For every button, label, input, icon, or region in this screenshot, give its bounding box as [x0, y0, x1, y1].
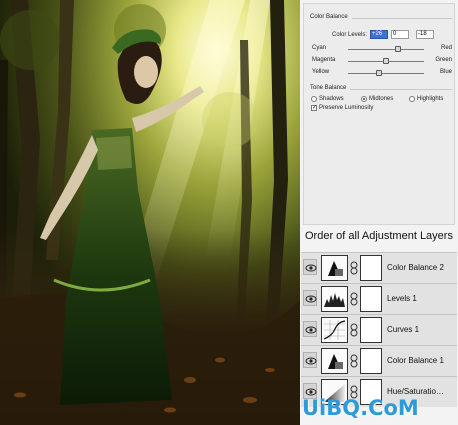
link-chain-icon[interactable]: [350, 323, 358, 337]
radio-label: Shadows: [319, 96, 344, 102]
radio-label: Highlights: [417, 96, 444, 102]
site-watermark: UiBQ.CoM: [302, 396, 419, 420]
radio-label: Midtones: [369, 96, 394, 102]
level-input-yellow-blue[interactable]: -18: [416, 30, 434, 39]
color-balance-dialog: Color Balance Color Levels: +26 0 -18 Cy…: [303, 3, 455, 225]
link-chain-icon[interactable]: [350, 261, 358, 275]
slider-left-label: Yellow: [312, 69, 330, 75]
slider-left-label: Cyan: [312, 45, 327, 51]
slider-knob[interactable]: [383, 58, 389, 64]
slider-track[interactable]: [348, 70, 424, 76]
radio-dot-selected[interactable]: [361, 96, 367, 102]
layer-name: Curves 1: [387, 325, 420, 334]
layer-mask-thumbnail[interactable]: [360, 317, 382, 343]
level-input-magenta-green[interactable]: 0: [391, 30, 409, 39]
tone-radio-group: Shadows Midtones Highlights: [311, 96, 455, 104]
slider-track[interactable]: [348, 46, 424, 52]
slider-right-label: Green: [435, 57, 452, 63]
tone-balance-group-title: Tone Balance: [310, 85, 347, 91]
layer-name: Levels 1: [387, 294, 417, 303]
slider-right-label: Red: [440, 45, 452, 51]
preserve-luminosity-label: Preserve Luminosity: [319, 105, 374, 111]
preserve-luminosity-row[interactable]: ✓ Preserve Luminosity: [311, 105, 373, 111]
eye-icon[interactable]: [303, 259, 317, 275]
layer-name: Color Balance 2: [387, 263, 444, 272]
slider-track[interactable]: [348, 58, 424, 64]
curves-icon: [321, 317, 348, 343]
layer-mask-thumbnail[interactable]: [360, 348, 382, 374]
layer-row-color-balance-1[interactable]: Color Balance 1: [301, 345, 457, 376]
radio-dot[interactable]: [311, 96, 317, 102]
slider-left-label: Magenta: [312, 57, 336, 63]
radio-dot[interactable]: [409, 96, 415, 102]
group-divider: [352, 18, 452, 19]
color-balance-group-title: Color Balance: [310, 14, 348, 20]
link-chain-icon[interactable]: [350, 292, 358, 306]
forest-artwork-image: [0, 0, 300, 425]
slider-right-label: Blue: [439, 69, 452, 75]
eye-icon[interactable]: [303, 290, 317, 306]
level-input-cyan-red[interactable]: +26: [370, 30, 388, 39]
slider-knob[interactable]: [376, 70, 382, 76]
slider-knob[interactable]: [395, 46, 401, 52]
link-chain-icon[interactable]: [350, 354, 358, 368]
radio-highlights[interactable]: Highlights: [409, 96, 443, 102]
color-balance-icon: [321, 348, 348, 374]
layer-row-levels-1[interactable]: Levels 1: [301, 283, 457, 314]
slider-magenta-green: Magenta Green: [312, 56, 456, 66]
slider-yellow-blue: Yellow Blue: [312, 68, 456, 78]
levels-icon: [321, 286, 348, 312]
layer-mask-thumbnail[interactable]: [360, 255, 382, 281]
layer-mask-thumbnail[interactable]: [360, 286, 382, 312]
color-levels-label: Color Levels:: [332, 32, 368, 38]
slider-cyan-red: Cyan Red: [312, 44, 456, 54]
radio-midtones[interactable]: Midtones: [361, 96, 393, 102]
layer-name: Hue/Saturatio…: [387, 387, 444, 396]
eye-icon[interactable]: [303, 321, 317, 337]
layer-row-color-balance-2[interactable]: Color Balance 2: [301, 252, 457, 283]
preserve-luminosity-checkbox[interactable]: ✓: [311, 105, 317, 111]
group-divider: [350, 89, 452, 90]
layer-name: Color Balance 1: [387, 356, 444, 365]
eye-icon[interactable]: [303, 352, 317, 368]
layer-row-curves-1[interactable]: Curves 1: [301, 314, 457, 345]
layers-panel-title: Order of all Adjustment Layers: [305, 230, 453, 242]
color-balance-icon: [321, 255, 348, 281]
radio-shadows[interactable]: Shadows: [311, 96, 344, 102]
